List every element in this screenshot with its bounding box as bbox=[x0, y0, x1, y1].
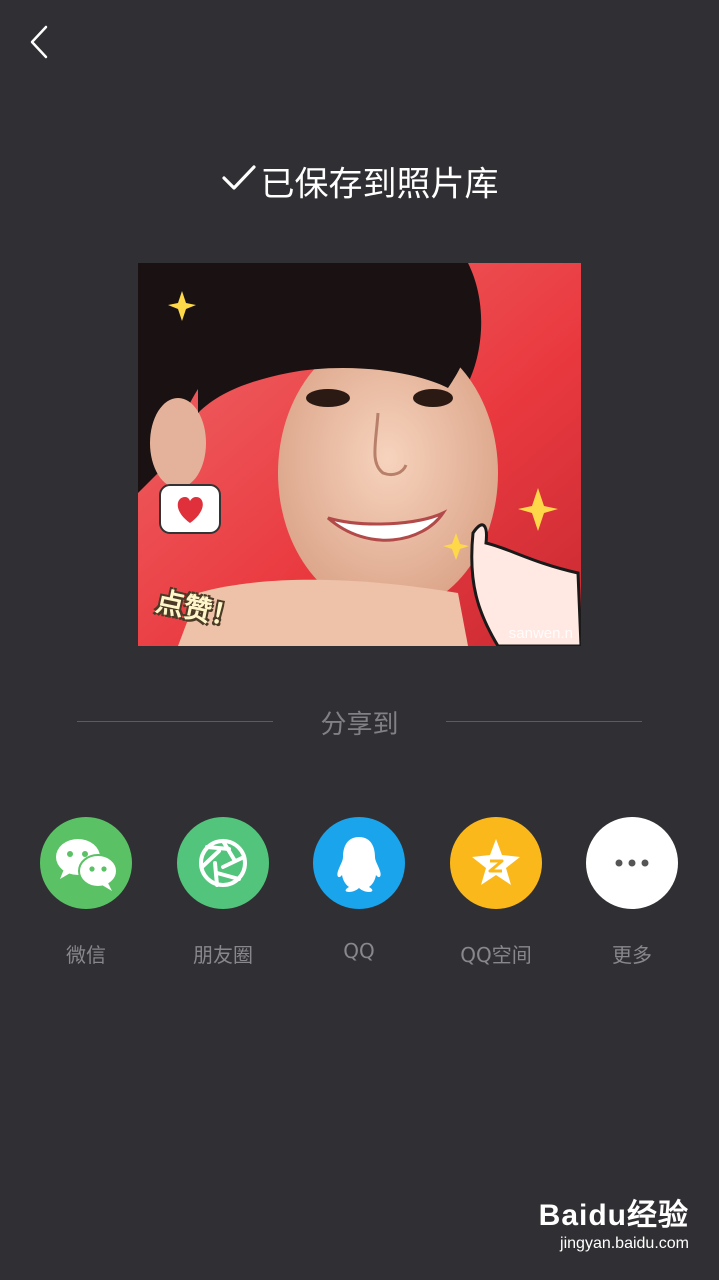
share-moments-label: 朋友圈 bbox=[193, 943, 253, 967]
moments-icon bbox=[177, 817, 269, 909]
saved-status: 已保存到照片库 bbox=[0, 160, 719, 208]
share-qzone-button[interactable]: QQ空间 bbox=[446, 817, 546, 968]
share-qq-label: QQ bbox=[343, 939, 375, 963]
share-divider: 分享到 bbox=[0, 700, 719, 744]
share-wechat-label: 微信 bbox=[66, 943, 106, 967]
more-icon bbox=[586, 817, 678, 909]
watermark-site: jingyan.baidu.com bbox=[560, 1235, 689, 1252]
watermark-brand: Baidu经验 bbox=[538, 1199, 689, 1232]
share-moments-button[interactable]: 朋友圈 bbox=[173, 817, 273, 968]
qzone-icon bbox=[450, 817, 542, 909]
checkmark-icon bbox=[221, 159, 257, 205]
share-qq-button[interactable]: QQ bbox=[309, 817, 409, 963]
back-button[interactable] bbox=[22, 22, 62, 62]
qq-icon bbox=[313, 817, 405, 909]
saved-title-text: 已保存到照片库 bbox=[260, 164, 499, 205]
chevron-left-icon bbox=[30, 25, 48, 59]
divider-line-right bbox=[446, 721, 642, 722]
share-label: 分享到 bbox=[320, 710, 399, 740]
photo-watermark: sanwen.n bbox=[508, 625, 573, 642]
share-more-label: 更多 bbox=[612, 943, 652, 967]
share-wechat-button[interactable]: 微信 bbox=[36, 817, 136, 968]
share-qzone-label: QQ空间 bbox=[460, 943, 532, 967]
baidu-jingyan-watermark: Baidu经验 jingyan.baidu.com bbox=[539, 1198, 689, 1254]
wechat-icon bbox=[40, 817, 132, 909]
share-more-button[interactable]: 更多 bbox=[582, 817, 682, 968]
saved-photo: 点赞！ sanwen.n bbox=[138, 263, 581, 646]
